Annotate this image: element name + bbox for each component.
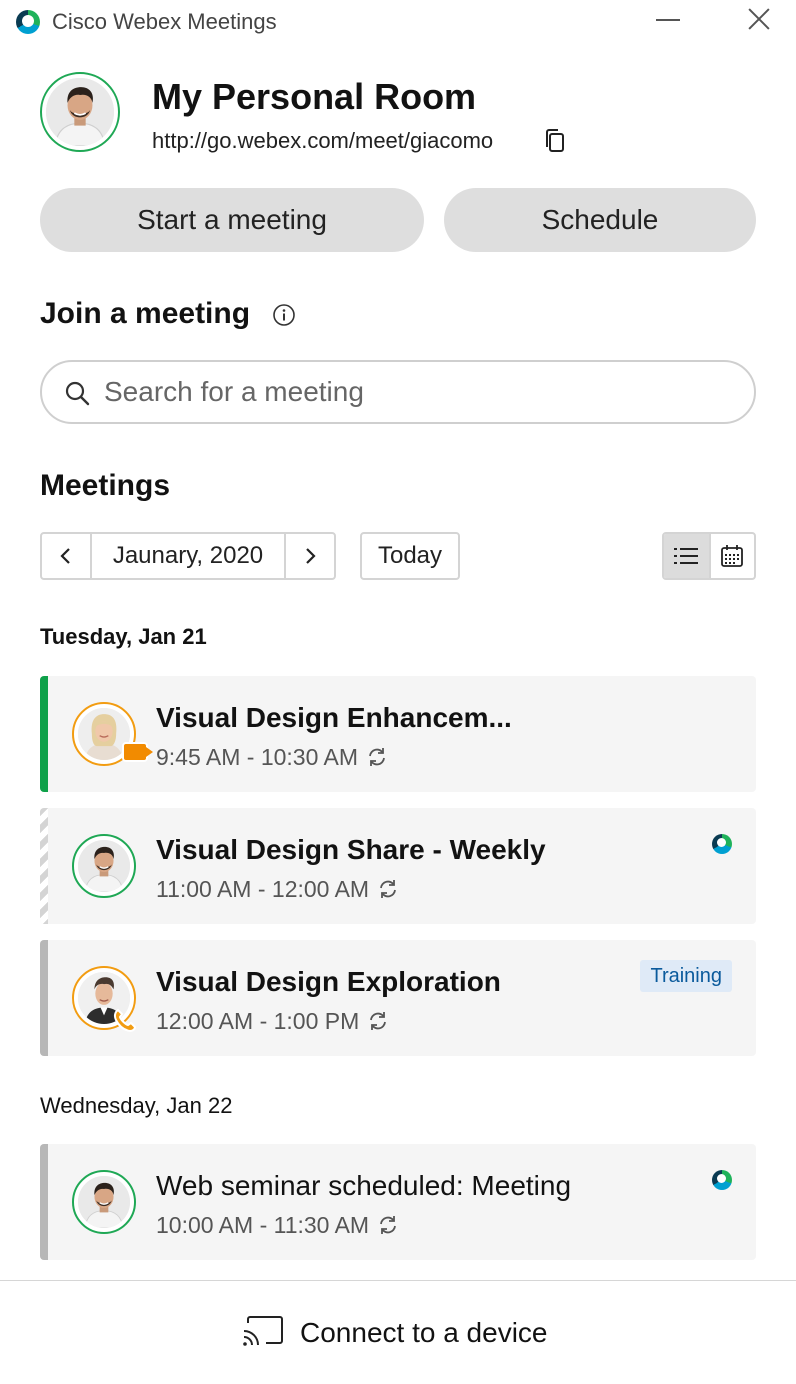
- day-heading: Tuesday, Jan 21: [40, 624, 207, 649]
- host-photo: [78, 840, 130, 892]
- meeting-card[interactable]: Web seminar scheduled: Meeting 10:00 AM …: [40, 1144, 756, 1260]
- minimize-icon[interactable]: [656, 6, 680, 34]
- copy-icon[interactable]: [544, 128, 566, 154]
- close-icon[interactable]: [746, 6, 772, 32]
- recurring-icon: [366, 746, 388, 768]
- start-meeting-button[interactable]: Start a meeting: [40, 188, 424, 252]
- meeting-time-text: 11:00 AM - 12:00 AM: [156, 876, 370, 902]
- video-badge-icon: [122, 742, 153, 762]
- webex-logo-icon: [712, 834, 732, 854]
- webex-logo-icon: [16, 10, 40, 34]
- search-box[interactable]: [40, 360, 756, 424]
- meeting-time: 12:00 AM - 1:00 PM: [156, 1008, 389, 1035]
- status-strip: [40, 808, 48, 924]
- status-strip: [40, 1144, 48, 1260]
- chevron-left-icon[interactable]: [42, 534, 92, 578]
- search-icon: [64, 380, 90, 406]
- connect-device-bar[interactable]: Connect to a device: [0, 1280, 796, 1384]
- meeting-title: Visual Design Exploration: [156, 966, 501, 997]
- info-icon[interactable]: [272, 303, 296, 327]
- avatar: [72, 1170, 136, 1234]
- meeting-card[interactable]: Visual Design Share - Weekly 11:00 AM - …: [40, 808, 756, 924]
- status-badge: Training: [640, 960, 732, 992]
- webex-logo-icon: [712, 1170, 732, 1190]
- meeting-title: Web seminar scheduled: Meeting: [156, 1170, 572, 1201]
- meeting-time: 11:00 AM - 12:00 AM: [156, 876, 399, 903]
- view-toggle: [662, 532, 756, 580]
- room-url[interactable]: http://go.webex.com/meet/giacomo: [152, 128, 493, 154]
- meeting-title: Visual Design Enhancem...: [156, 702, 512, 733]
- meeting-card[interactable]: Visual Design Enhancem... 9:45 AM - 10:3…: [40, 676, 756, 792]
- title-bar: Cisco Webex Meetings: [0, 0, 796, 44]
- user-photo: [46, 78, 114, 146]
- cast-icon: [242, 1315, 284, 1349]
- list-view-icon[interactable]: [664, 534, 709, 578]
- meeting-title: Visual Design Share - Weekly: [156, 834, 546, 865]
- schedule-button[interactable]: Schedule: [444, 188, 756, 252]
- host-photo: [78, 1176, 130, 1228]
- meeting-time: 9:45 AM - 10:30 AM: [156, 744, 388, 771]
- today-button[interactable]: Today: [360, 532, 460, 580]
- month-label: Jaunary, 2020: [112, 542, 264, 569]
- day-heading: Wednesday, Jan 22: [40, 1093, 233, 1118]
- meeting-time-text: 12:00 AM - 1:00 PM: [156, 1008, 360, 1034]
- month-navigator: Jaunary, 2020: [40, 532, 336, 580]
- meeting-time-text: 9:45 AM - 10:30 AM: [156, 744, 359, 770]
- status-strip: [40, 676, 48, 792]
- app-title: Cisco Webex Meetings: [52, 9, 277, 34]
- search-input[interactable]: [104, 370, 724, 414]
- page-title: My Personal Room: [152, 76, 477, 117]
- connect-device-label: Connect to a device: [300, 1317, 548, 1348]
- join-heading: Join a meeting: [40, 297, 251, 330]
- recurring-icon: [377, 1214, 399, 1236]
- status-strip: [40, 940, 48, 1056]
- phone-badge-icon: [110, 1006, 138, 1034]
- meeting-time-text: 10:00 AM - 11:30 AM: [156, 1212, 370, 1238]
- avatar[interactable]: [40, 72, 120, 152]
- recurring-icon: [377, 878, 399, 900]
- meeting-time: 10:00 AM - 11:30 AM: [156, 1212, 399, 1239]
- calendar-view-icon[interactable]: [708, 534, 754, 578]
- chevron-right-icon[interactable]: [284, 534, 334, 578]
- meetings-heading: Meetings: [40, 469, 171, 502]
- avatar: [72, 834, 136, 898]
- meeting-card[interactable]: Visual Design Exploration 12:00 AM - 1:0…: [40, 940, 756, 1056]
- recurring-icon: [367, 1010, 389, 1032]
